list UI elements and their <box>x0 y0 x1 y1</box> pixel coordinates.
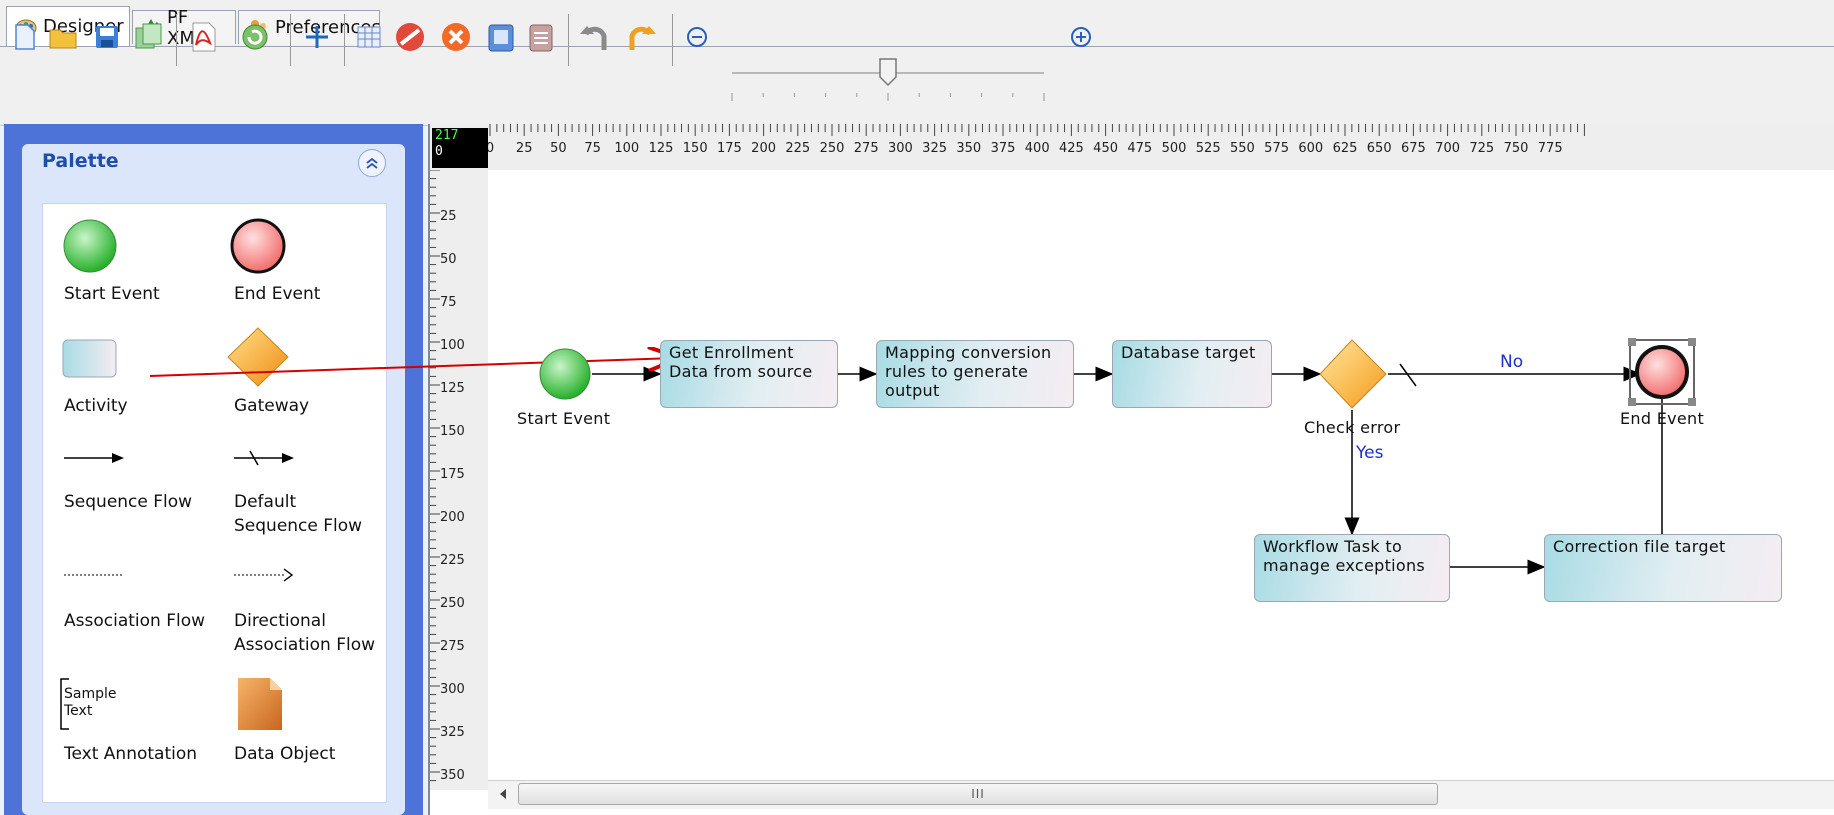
start-event-label: Start Event <box>517 409 611 428</box>
scrollbar-thumb[interactable]: III <box>518 783 1438 805</box>
start-event-node[interactable] <box>537 347 593 403</box>
activity-mapping-conversion[interactable]: Mapping conversion rules to generate out… <box>876 340 1074 408</box>
activity-workflow-task[interactable]: Workflow Task to manage exceptions <box>1254 534 1450 602</box>
default-flow-marker <box>1399 363 1417 387</box>
flow-label-no: No <box>1500 352 1524 372</box>
gateway-label: Check error <box>1304 418 1401 437</box>
activity-correction-file-target[interactable]: Correction file target <box>1544 534 1782 602</box>
gateway-node[interactable] <box>1318 338 1388 410</box>
scrollbar-grip: III <box>971 787 985 801</box>
activity-database-target[interactable]: Database target <box>1112 340 1272 408</box>
flow-label-yes: Yes <box>1356 443 1384 463</box>
end-event-node[interactable] <box>1628 338 1696 406</box>
end-event-label: End Event <box>1620 409 1705 428</box>
activity-get-enrollment[interactable]: Get Enrollment Data from source <box>660 340 838 408</box>
scroll-left-arrow-icon[interactable] <box>494 785 512 803</box>
